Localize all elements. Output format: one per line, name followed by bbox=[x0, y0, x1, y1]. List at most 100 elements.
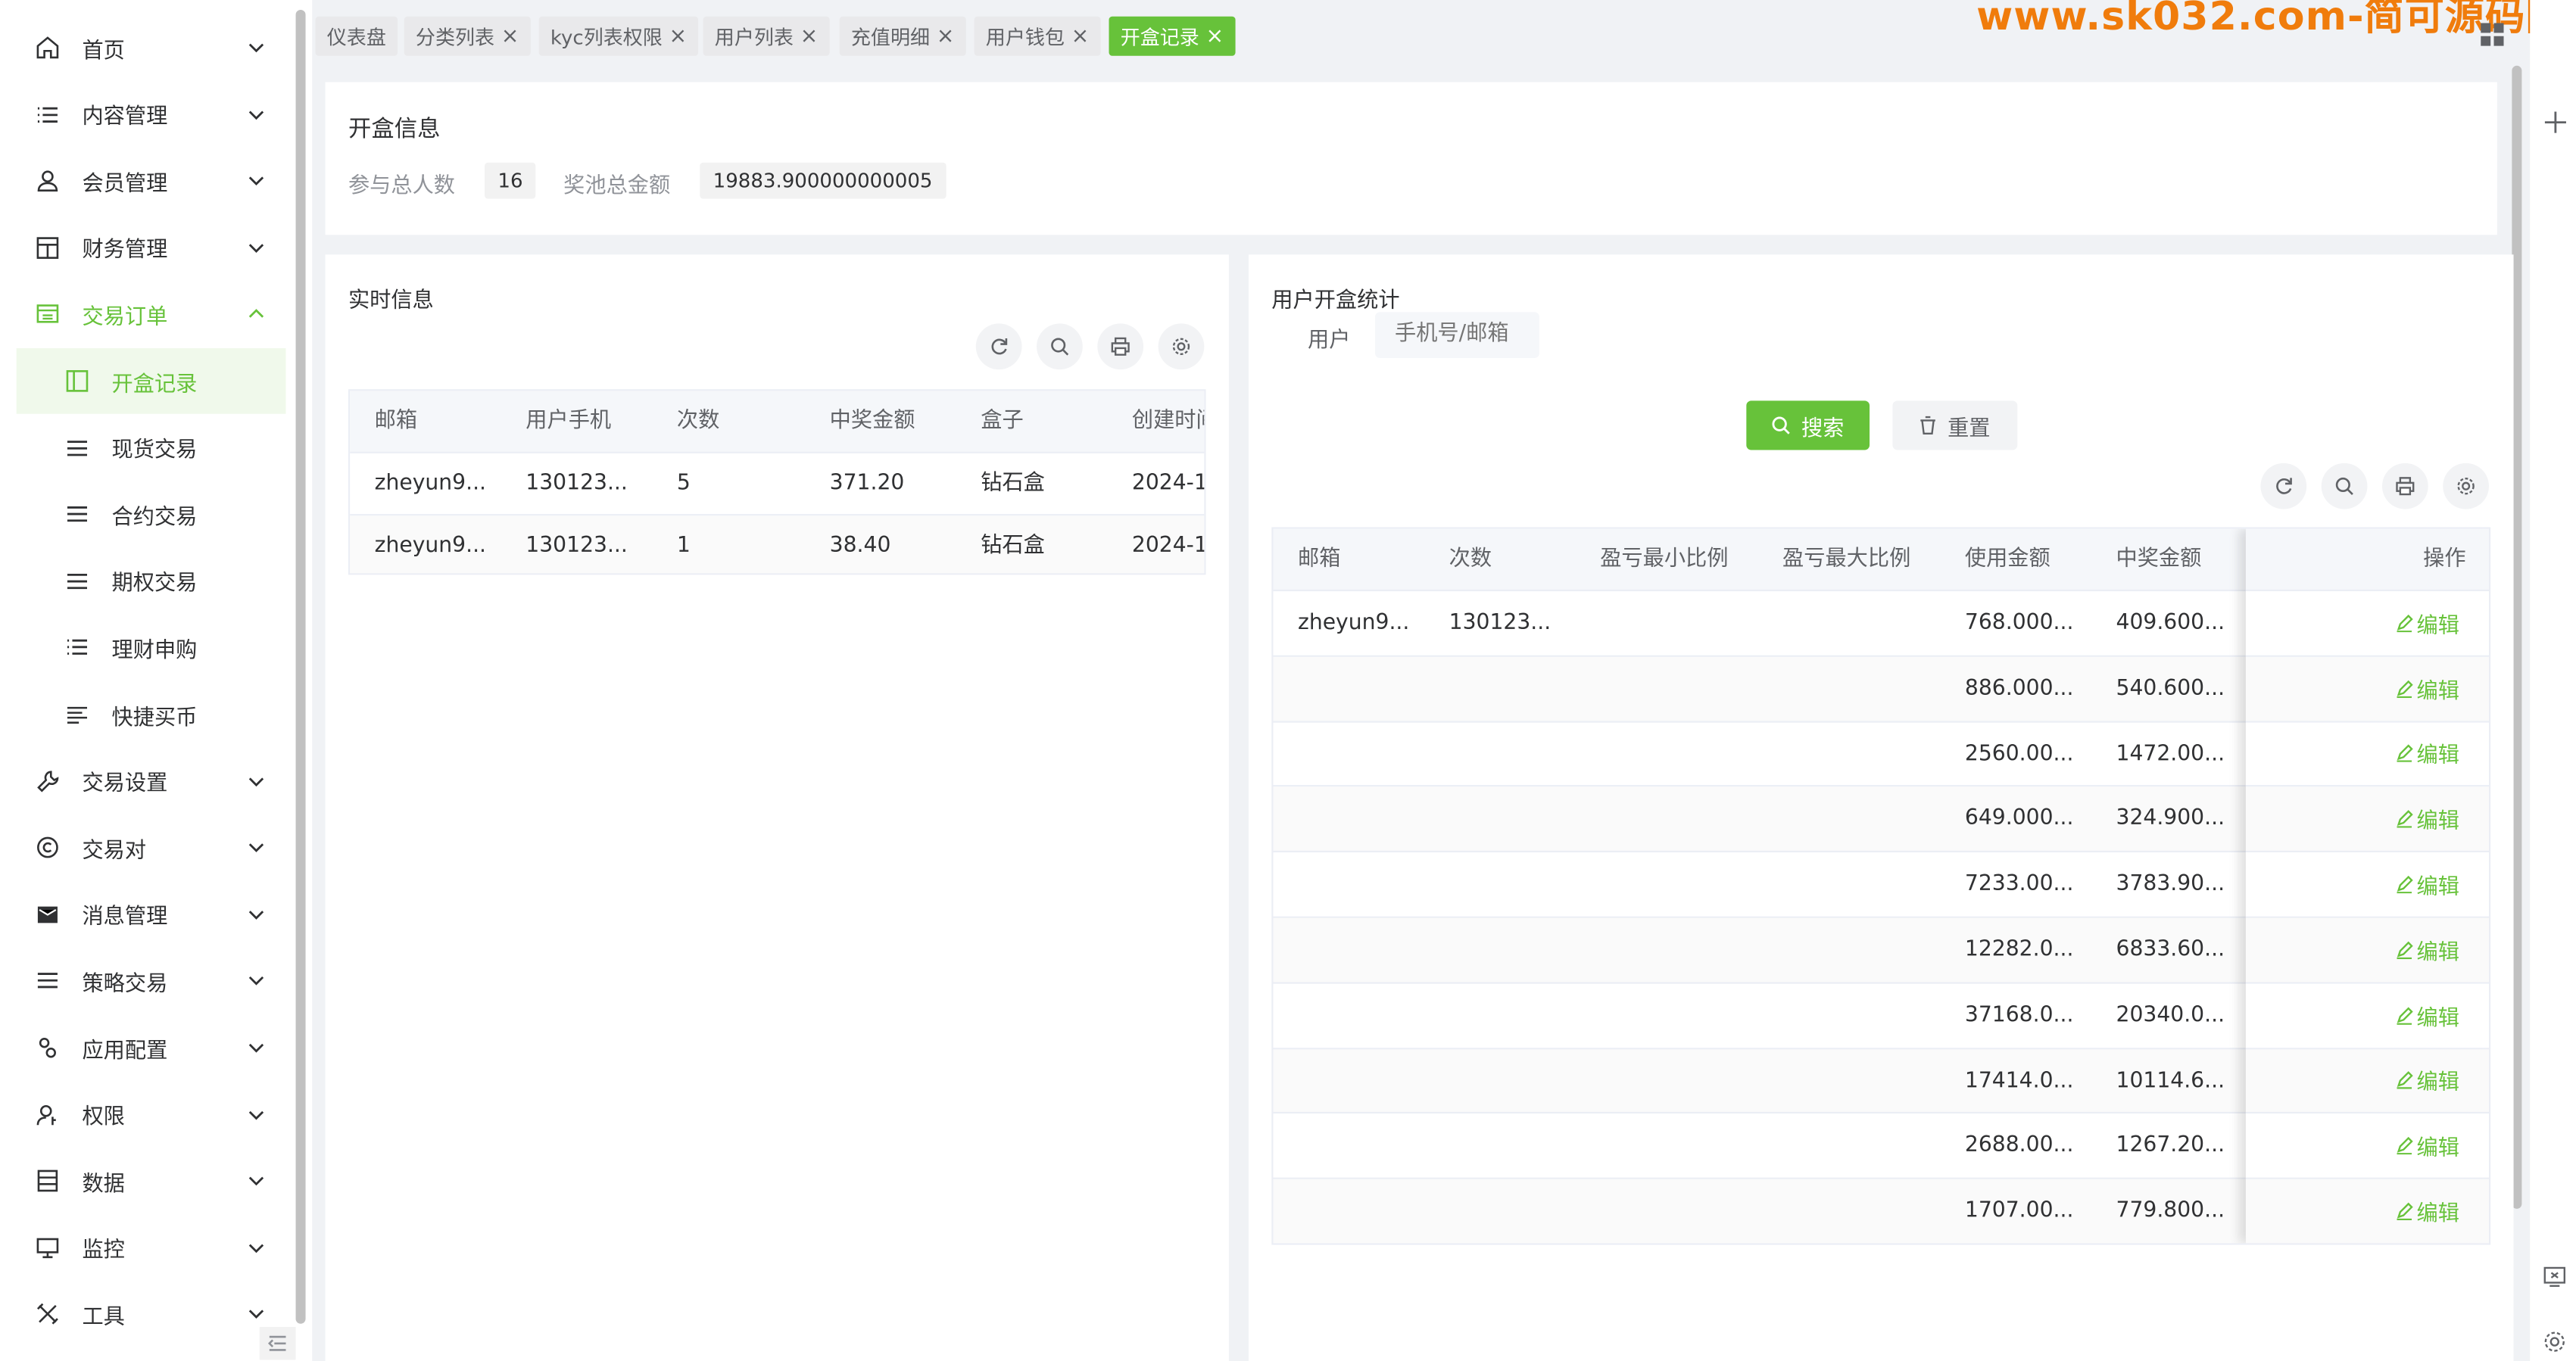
sidebar-item-19[interactable]: 工具 bbox=[17, 1282, 286, 1347]
list-icon bbox=[66, 636, 89, 659]
edit-button[interactable]: 编辑 bbox=[2395, 1130, 2459, 1162]
tab-label: 充值明细 bbox=[850, 25, 931, 49]
monitor-icon bbox=[36, 1236, 59, 1259]
sidebar-item-label: 开盒记录 bbox=[111, 372, 198, 397]
refresh-button[interactable] bbox=[975, 323, 1022, 370]
trash-icon bbox=[1921, 416, 1936, 434]
screen-close-icon[interactable] bbox=[2543, 1265, 2566, 1288]
close-icon[interactable]: × bbox=[937, 23, 955, 48]
tab-label: 仪表盘 bbox=[326, 25, 386, 49]
table-cell: 130123... bbox=[525, 533, 628, 558]
stats-print-button[interactable] bbox=[2381, 462, 2428, 509]
tab-4[interactable]: 充值明细 × bbox=[839, 16, 966, 56]
edit-icon bbox=[2397, 680, 2413, 698]
column-settings-button[interactable] bbox=[1158, 323, 1205, 370]
sidebar-item-0[interactable]: 首页 bbox=[17, 15, 286, 81]
table-cell: 130123... bbox=[525, 471, 628, 497]
chevron-down-icon bbox=[246, 1038, 266, 1057]
realtime-table: 邮箱 用户手机 次数 中奖金额 盒子 创建时间 zheyun9... 130123... 5 37… bbox=[348, 389, 1206, 575]
chevron-down-icon bbox=[246, 1305, 266, 1325]
table-row[interactable]: zheyun9... 130123... 5 371.20 钻石盒 2024-1 bbox=[350, 453, 1205, 516]
table-cell: 10114.6... bbox=[2116, 1068, 2225, 1094]
close-icon[interactable]: × bbox=[800, 23, 819, 48]
table-cell: 1707.00... bbox=[1964, 1199, 2074, 1224]
reset-button[interactable]: 重置 bbox=[1892, 400, 2018, 450]
refresh-icon bbox=[2276, 478, 2292, 494]
sidebar-item-7[interactable]: 合约交易 bbox=[17, 481, 286, 547]
close-icon[interactable]: × bbox=[669, 23, 688, 48]
user-filter-label: 用户 bbox=[1308, 328, 1351, 353]
close-icon[interactable]: × bbox=[1071, 23, 1090, 48]
edit-button[interactable]: 编辑 bbox=[2395, 1000, 2459, 1031]
edit-button[interactable]: 编辑 bbox=[2395, 1065, 2459, 1096]
edit-icon bbox=[2397, 1072, 2413, 1090]
edit-label: 编辑 bbox=[2416, 679, 2459, 705]
user-icon bbox=[36, 170, 59, 192]
actions-cell: 编辑 bbox=[2245, 721, 2490, 788]
collapse-sidebar-button[interactable] bbox=[259, 1327, 296, 1360]
column-header: 用户手机 bbox=[525, 409, 612, 434]
sidebar-item-9[interactable]: 理财申购 bbox=[17, 615, 286, 680]
stats-column-settings-button[interactable] bbox=[2443, 462, 2490, 509]
collapse-icon bbox=[267, 1335, 286, 1351]
sidebar-item-10[interactable]: 快捷买币 bbox=[17, 681, 286, 747]
sidebar-item-label: 会员管理 bbox=[82, 172, 168, 197]
config-icon bbox=[36, 1036, 59, 1059]
sidebar-item-8[interactable]: 期权交易 bbox=[17, 548, 286, 614]
sidebar-item-13[interactable]: 消息管理 bbox=[17, 882, 286, 948]
edit-button[interactable]: 编辑 bbox=[2395, 934, 2459, 966]
tab-1[interactable]: 分类列表 × bbox=[404, 16, 531, 56]
edit-button[interactable]: 编辑 bbox=[2395, 608, 2459, 639]
column-header: 次数 bbox=[676, 409, 720, 434]
sidebar-item-16[interactable]: 权限 bbox=[17, 1082, 286, 1148]
grid-icon[interactable] bbox=[2481, 23, 2504, 46]
actions-cell: 编辑 bbox=[2245, 983, 2490, 1049]
sidebar-item-label: 策略交易 bbox=[82, 972, 168, 997]
edit-button[interactable]: 编辑 bbox=[2395, 869, 2459, 900]
table-row[interactable]: zheyun9... 130123... 1 38.40 钻石盒 2024-1 bbox=[350, 515, 1205, 574]
print-button[interactable] bbox=[1097, 323, 1144, 370]
search-button[interactable]: 搜索 bbox=[1746, 400, 1870, 450]
tab-0[interactable]: 仪表盘 bbox=[315, 16, 398, 56]
edit-button[interactable]: 编辑 bbox=[2395, 673, 2459, 704]
stats-refresh-button[interactable] bbox=[2260, 462, 2307, 509]
settings-icon[interactable] bbox=[2543, 1330, 2566, 1353]
sidebar-item-18[interactable]: 监控 bbox=[17, 1215, 286, 1281]
user-key-icon bbox=[36, 1103, 59, 1126]
close-icon[interactable]: × bbox=[1206, 23, 1224, 48]
close-icon[interactable]: × bbox=[501, 23, 519, 48]
tab-6[interactable]: 开盒记录 × bbox=[1109, 16, 1236, 56]
tab-5[interactable]: 用户钱包 × bbox=[974, 16, 1101, 56]
stats-search-toggle-button[interactable] bbox=[2321, 462, 2368, 509]
sidebar-item-label: 合约交易 bbox=[111, 505, 198, 531]
tab-3[interactable]: 用户列表 × bbox=[703, 16, 830, 56]
sidebar-item-label: 工具 bbox=[82, 1305, 125, 1331]
sidebar-item-1[interactable]: 内容管理 bbox=[17, 82, 286, 148]
edit-label: 编辑 bbox=[2416, 1006, 2459, 1031]
sidebar-item-14[interactable]: 策略交易 bbox=[17, 948, 286, 1014]
sidebar-item-6[interactable]: 现货交易 bbox=[17, 415, 286, 481]
user-search-input[interactable] bbox=[1374, 312, 1539, 358]
edit-label: 编辑 bbox=[2416, 810, 2459, 835]
tab-2[interactable]: kyc列表权限 × bbox=[538, 16, 699, 56]
edit-button[interactable]: 编辑 bbox=[2395, 804, 2459, 835]
sidebar-item-3[interactable]: 财务管理 bbox=[17, 215, 286, 281]
sidebar-item-11[interactable]: 交易设置 bbox=[17, 748, 286, 814]
sidebar-item-15[interactable]: 应用配置 bbox=[17, 1015, 286, 1081]
menu-icon bbox=[66, 503, 89, 525]
sidebar-item-5[interactable]: 开盒记录 bbox=[16, 347, 286, 414]
chevron-down-icon bbox=[246, 1104, 266, 1124]
edit-button[interactable]: 编辑 bbox=[2395, 1196, 2459, 1227]
user-stats-title: 用户开盒统计 bbox=[1271, 288, 1400, 314]
sidebar-item-12[interactable]: 交易对 bbox=[17, 815, 286, 881]
sidebar-item-2[interactable]: 会员管理 bbox=[17, 148, 286, 214]
search-toggle-button[interactable] bbox=[1037, 323, 1083, 370]
chevron-down-icon bbox=[246, 1171, 266, 1191]
sidebar-scrollbar[interactable] bbox=[295, 10, 306, 1324]
sidebar-item-17[interactable]: 数据 bbox=[17, 1148, 286, 1214]
plus-icon[interactable] bbox=[2544, 111, 2566, 133]
table-cell: 6833.60... bbox=[2116, 937, 2225, 963]
gear-icon bbox=[1172, 338, 1190, 355]
sidebar-item-4[interactable]: 交易订单 bbox=[17, 282, 286, 347]
edit-button[interactable]: 编辑 bbox=[2395, 738, 2459, 769]
